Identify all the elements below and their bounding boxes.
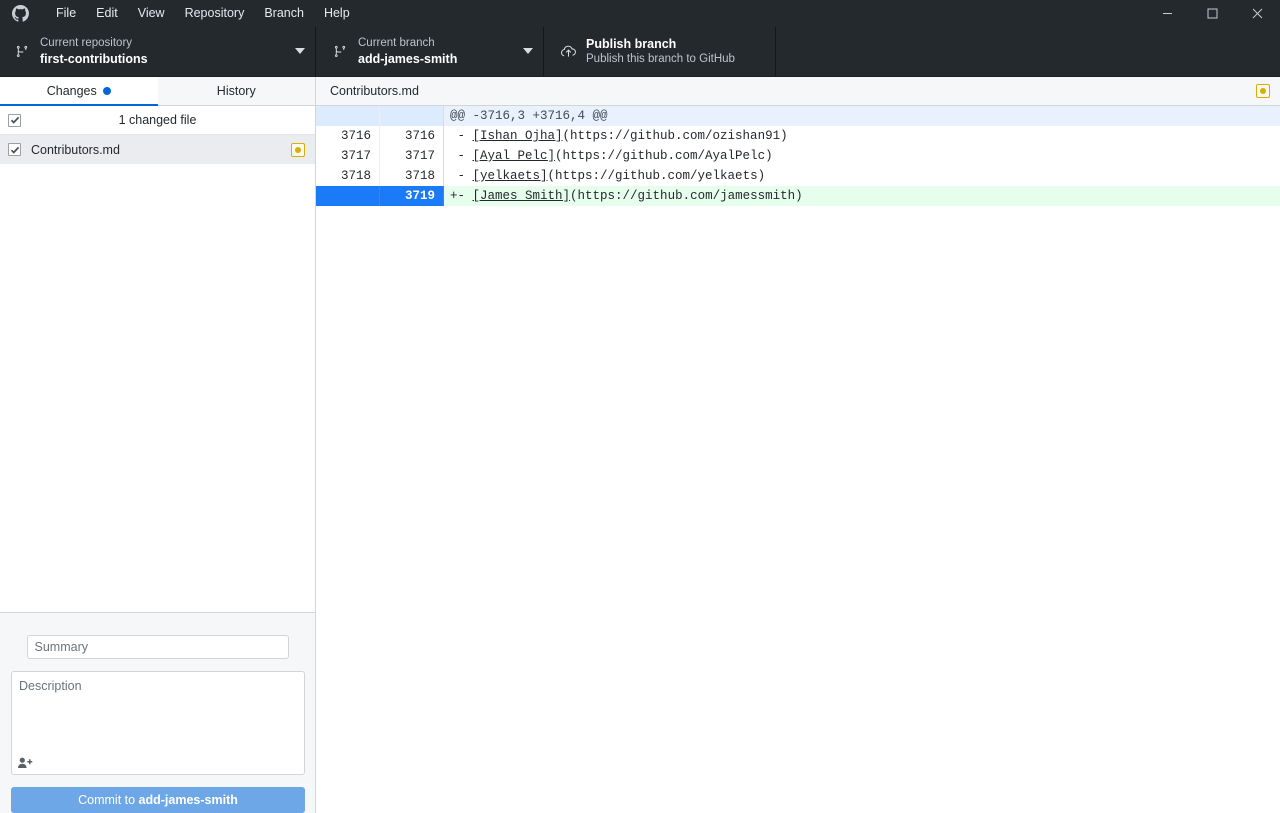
tab-changes[interactable]: Changes: [0, 77, 158, 106]
diff-line-link-text: [Ishan Ojha]: [472, 129, 563, 143]
file-name-label: Contributors.md: [31, 142, 120, 157]
changed-files-header: 1 changed file: [0, 106, 315, 135]
diff-gutter-new: [380, 106, 444, 126]
commit-button-branch: add-james-smith: [138, 793, 238, 807]
chevron-down-icon: [519, 48, 543, 55]
minimize-icon[interactable]: [1145, 0, 1190, 27]
tab-changes-label: Changes: [46, 84, 97, 98]
publish-branch-title: Publish branch: [586, 37, 677, 51]
diff-line-content: +- [James Smith](https://github.com/jame…: [444, 186, 1280, 206]
menu-item-branch[interactable]: Branch: [254, 0, 314, 27]
menu-item-edit[interactable]: Edit: [86, 0, 128, 27]
file-list-item-contributors-md[interactable]: Contributors.md: [0, 135, 315, 164]
current-branch-value: add-james-smith: [358, 52, 458, 66]
cloud-upload-icon: [554, 42, 582, 61]
menu-item-file[interactable]: File: [46, 0, 86, 27]
toolbar: Current repository first-contributions C…: [0, 27, 1280, 77]
window-controls: [1145, 0, 1280, 27]
diff-line-marker: -: [450, 149, 473, 163]
diff-line-content: - [yelkaets](https://github.com/yelkaets…: [444, 166, 1280, 186]
current-repository-label: Current repository: [40, 37, 133, 49]
select-all-checkbox[interactable]: [8, 113, 21, 127]
publish-branch-text: Publish branch Publish this branch to Gi…: [582, 36, 775, 67]
current-repository-text: Current repository first-contributions: [36, 36, 291, 67]
diff-line-marker: -: [450, 169, 473, 183]
diff-line-context[interactable]: 3717 3717 - [Ayal Pelc](https://github.c…: [316, 146, 1280, 166]
chevron-down-icon: [291, 48, 315, 55]
diff-line-added[interactable]: 3719 +- [James Smith](https://github.com…: [316, 186, 1280, 206]
commit-summary-input[interactable]: [26, 635, 289, 659]
add-coauthor-icon[interactable]: [18, 756, 36, 770]
publish-branch-button[interactable]: Publish branch Publish this branch to Gi…: [544, 27, 776, 76]
current-branch-label: Current branch: [358, 37, 435, 49]
diff-gutter-old: 3716: [316, 126, 380, 146]
diff-line-marker: -: [450, 129, 473, 143]
diff-line-context[interactable]: 3718 3718 - [yelkaets](https://github.co…: [316, 166, 1280, 186]
current-repository-value: first-contributions: [40, 52, 148, 66]
menu-item-view[interactable]: View: [128, 0, 175, 27]
file-checkbox[interactable]: [8, 143, 21, 156]
menu-item-repository[interactable]: Repository: [175, 0, 255, 27]
diff-line-marker: +-: [450, 189, 473, 203]
diff-line-context[interactable]: 3716 3716 - [Ishan Ojha](https://github.…: [316, 126, 1280, 146]
title-bar: File Edit View Repository Branch Help: [0, 0, 1280, 27]
changes-indicator-dot: [102, 87, 111, 95]
sidebar: Changes History 1 changed file Contribut…: [0, 77, 316, 813]
diff-gutter-new: 3718: [380, 166, 444, 186]
changed-files-count: 1 changed file: [118, 113, 197, 127]
commit-description-input[interactable]: [12, 672, 304, 774]
current-branch-button[interactable]: Current branch add-james-smith: [316, 27, 544, 76]
github-logo-icon: [6, 5, 34, 22]
modified-status-icon: [1256, 84, 1270, 98]
diff-line-content: - [Ayal Pelc](https://github.com/AyalPel…: [444, 146, 1280, 166]
repo-icon: [8, 44, 36, 59]
diff-header: Contributors.md: [316, 77, 1280, 106]
commit-description-box: [11, 671, 305, 775]
modified-status-icon: [291, 142, 305, 157]
diff-body[interactable]: @@ -3716,3 +3716,4 @@ 3716 3716 - [Ishan…: [316, 106, 1280, 813]
tab-history[interactable]: History: [158, 77, 316, 105]
maximize-icon[interactable]: [1190, 0, 1235, 27]
diff-gutter-new: 3717: [380, 146, 444, 166]
commit-button-prefix: Commit to: [78, 793, 139, 807]
diff-line-url-text: (https://github.com/ozishan91): [562, 129, 788, 143]
menu-bar: File Edit View Repository Branch Help: [46, 0, 360, 27]
github-desktop-window: File Edit View Repository Branch Help Cu…: [0, 0, 1280, 813]
diff-gutter-old: [316, 106, 380, 126]
diff-line-content: @@ -3716,3 +3716,4 @@: [444, 106, 1280, 126]
tab-history-label: History: [216, 84, 256, 98]
diff-panel: Contributors.md @@ -3716,3 +3716,4 @@ 37…: [316, 77, 1280, 813]
diff-line-url-text: (https://github.com/yelkaets): [547, 169, 766, 183]
diff-line-url-text: (https://github.com/AyalPelc): [555, 149, 773, 163]
menu-item-help[interactable]: Help: [314, 0, 360, 27]
diff-line-link-text: [James Smith]: [472, 189, 571, 203]
diff-line-content: - [Ishan Ojha](https://github.com/ozisha…: [444, 126, 1280, 146]
diff-gutter-new: 3716: [380, 126, 444, 146]
diff-gutter-old: 3718: [316, 166, 380, 186]
sidebar-tabs: Changes History: [0, 77, 315, 106]
publish-branch-subtitle: Publish this branch to GitHub: [586, 53, 735, 65]
diff-gutter-old: 3717: [316, 146, 380, 166]
diff-line-link-text: [yelkaets]: [472, 169, 548, 183]
current-branch-text: Current branch add-james-smith: [354, 36, 519, 67]
commit-button[interactable]: Commit to add-james-smith: [11, 787, 305, 813]
diff-line-link-text: [Ayal Pelc]: [472, 149, 556, 163]
current-repository-button[interactable]: Current repository first-contributions: [0, 27, 316, 76]
diff-gutter-new: 3719: [380, 186, 444, 206]
diff-file-name: Contributors.md: [330, 84, 419, 98]
branch-icon: [326, 44, 354, 59]
close-icon[interactable]: [1235, 0, 1280, 27]
diff-gutter-old: [316, 186, 380, 206]
changed-files-list: 1 changed file Contributors.md: [0, 106, 315, 612]
diff-line-hunk-header[interactable]: @@ -3716,3 +3716,4 @@: [316, 106, 1280, 126]
diff-line-url-text: (https://github.com/jamessmith): [570, 189, 803, 203]
commit-form: Commit to add-james-smith: [0, 612, 315, 813]
